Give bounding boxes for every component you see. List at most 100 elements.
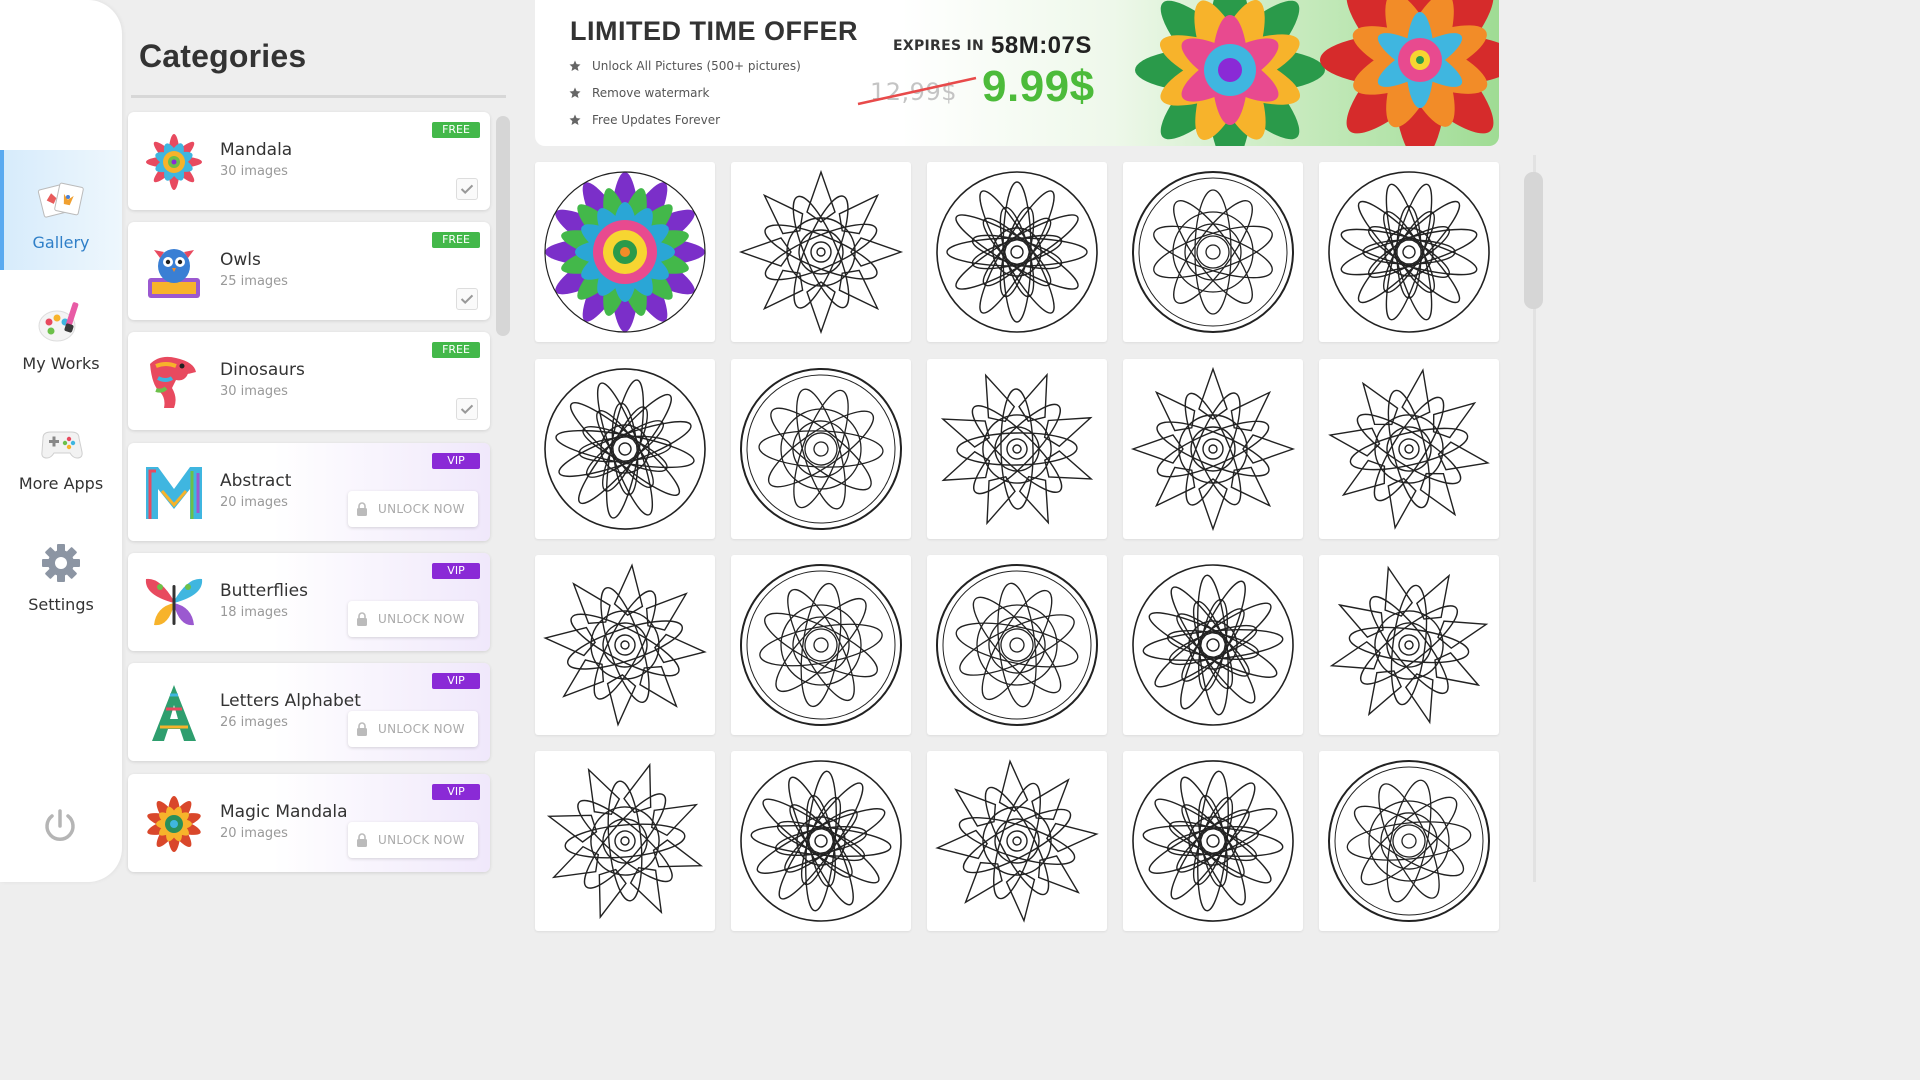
- coloring-page-tile[interactable]: [927, 162, 1107, 342]
- coloring-page-tile[interactable]: [535, 359, 715, 539]
- dinosaurs-thumbnail: [150, 356, 196, 408]
- letters-alphabet-thumbnail: [152, 685, 196, 741]
- unlock-now-label: UNLOCK NOW: [378, 612, 465, 626]
- mandala-outline-image: [1132, 368, 1294, 530]
- limited-offer-banner[interactable]: LIMITED TIME OFFER Unlock All Pictures (…: [535, 0, 1499, 146]
- category-card-letters-alphabet[interactable]: Letters Alphabet 26 images VIP UNLOCK NO…: [128, 663, 490, 761]
- coloring-page-tile[interactable]: [731, 751, 911, 931]
- offer-feature-text: Remove watermark: [592, 86, 710, 100]
- nav-my-works-label: My Works: [22, 354, 100, 373]
- categories-scrollbar[interactable]: [496, 116, 510, 336]
- free-badge: FREE: [432, 342, 480, 358]
- nav-more-apps[interactable]: More Apps: [0, 391, 122, 511]
- offer-feature: Unlock All Pictures (500+ pictures): [569, 59, 801, 73]
- countdown-timer: 58M:07S: [991, 32, 1092, 59]
- coloring-page-tile[interactable]: [731, 162, 911, 342]
- nav-gallery-label: Gallery: [32, 233, 90, 252]
- coloring-page-tile[interactable]: [1319, 555, 1499, 735]
- unlock-now-button[interactable]: UNLOCK NOW: [348, 601, 478, 637]
- free-badge: FREE: [432, 122, 480, 138]
- category-name: Letters Alphabet: [220, 691, 361, 711]
- coloring-page-tile[interactable]: [927, 751, 1107, 931]
- lock-icon: [357, 722, 367, 736]
- check-icon: [456, 178, 478, 200]
- mandala-outline-image: [931, 363, 1103, 535]
- category-name: Abstract: [220, 471, 292, 491]
- mandala-outline-image: [1132, 171, 1294, 333]
- gear-icon: [42, 544, 80, 582]
- nav-settings-label: Settings: [28, 595, 94, 614]
- mandala-colored-image: [544, 171, 706, 333]
- mandala-outline-image: [936, 171, 1098, 333]
- unlock-now-button[interactable]: UNLOCK NOW: [348, 822, 478, 858]
- lock-icon: [357, 612, 367, 626]
- nav-gallery[interactable]: Gallery: [0, 150, 122, 270]
- categories-title: Categories: [139, 38, 307, 74]
- offer-feature: Free Updates Forever: [569, 113, 720, 127]
- coloring-page-tile[interactable]: [535, 162, 715, 342]
- category-count: 30 images: [220, 384, 288, 399]
- category-card-owls[interactable]: Owls 25 images FREE: [128, 222, 490, 320]
- banner-mandala-art: [1135, 0, 1499, 146]
- category-count: 25 images: [220, 274, 288, 289]
- category-count: 26 images: [220, 715, 288, 730]
- mandala-outline-image: [931, 755, 1103, 927]
- offer-title: LIMITED TIME OFFER: [570, 16, 858, 46]
- free-badge: FREE: [432, 232, 480, 248]
- expires-label: EXPIRES IN: [893, 38, 985, 54]
- mandala-outline-image: [735, 559, 907, 731]
- mandala-outline-image: [735, 755, 907, 927]
- mandala-outline-image: [1323, 755, 1495, 927]
- vip-badge: VIP: [432, 673, 480, 689]
- mandala-outline-image: [931, 559, 1103, 731]
- category-card-dinosaurs[interactable]: Dinosaurs 30 images FREE: [128, 332, 490, 430]
- coloring-page-tile[interactable]: [1319, 359, 1499, 539]
- butterflies-thumbnail: [145, 578, 203, 626]
- coloring-page-tile[interactable]: [1319, 751, 1499, 931]
- unlock-now-label: UNLOCK NOW: [378, 722, 465, 736]
- grid-scrollbar[interactable]: [1524, 172, 1543, 309]
- coloring-page-tile[interactable]: [731, 555, 911, 735]
- category-card-butterflies[interactable]: Butterflies 18 images VIP UNLOCK NOW: [128, 553, 490, 651]
- coloring-page-tile[interactable]: [731, 359, 911, 539]
- category-name: Owls: [220, 250, 261, 270]
- categories-divider: [131, 95, 506, 98]
- coloring-page-tile[interactable]: [535, 751, 715, 931]
- unlock-now-button[interactable]: UNLOCK NOW: [348, 711, 478, 747]
- offer-feature-text: Free Updates Forever: [592, 113, 721, 127]
- mandala-outline-image: [1323, 363, 1495, 535]
- category-card-mandala[interactable]: Mandala 30 images FREE: [128, 112, 490, 210]
- coloring-page-tile[interactable]: [927, 555, 1107, 735]
- coloring-page-tile[interactable]: [1123, 555, 1303, 735]
- category-card-magic-mandala[interactable]: Magic Mandala 20 images VIP UNLOCK NOW: [128, 774, 490, 872]
- offer-feature: Remove watermark: [569, 86, 709, 100]
- check-icon: [456, 288, 478, 310]
- mandala-outline-image: [1323, 559, 1495, 731]
- star-icon: [569, 114, 581, 125]
- vip-badge: VIP: [432, 784, 480, 800]
- nav-settings[interactable]: Settings: [0, 512, 122, 632]
- category-count: 20 images: [220, 826, 288, 841]
- coloring-page-tile[interactable]: [1123, 751, 1303, 931]
- category-count: 30 images: [220, 164, 288, 179]
- coloring-page-tile[interactable]: [1319, 162, 1499, 342]
- category-name: Dinosaurs: [220, 360, 305, 380]
- category-card-abstract[interactable]: Abstract 20 images VIP UNLOCK NOW: [128, 443, 490, 541]
- coloring-page-tile[interactable]: [1123, 162, 1303, 342]
- coloring-page-tile[interactable]: [1123, 359, 1303, 539]
- mandala-thumbnail: [146, 134, 202, 190]
- coloring-page-tile[interactable]: [927, 359, 1107, 539]
- abstract-thumbnail: [146, 467, 202, 519]
- mandala-outline-image: [740, 171, 902, 333]
- mandala-outline-image: [539, 363, 711, 535]
- mandala-outline-image: [735, 363, 907, 535]
- coloring-page-tile[interactable]: [535, 555, 715, 735]
- category-count: 20 images: [220, 495, 288, 510]
- power-icon[interactable]: [40, 806, 80, 846]
- vip-badge: VIP: [432, 563, 480, 579]
- owls-thumbnail: [148, 249, 200, 298]
- category-name: Mandala: [220, 140, 293, 160]
- unlock-now-button[interactable]: UNLOCK NOW: [348, 491, 478, 527]
- unlock-now-label: UNLOCK NOW: [378, 833, 465, 847]
- nav-my-works[interactable]: My Works: [0, 271, 122, 391]
